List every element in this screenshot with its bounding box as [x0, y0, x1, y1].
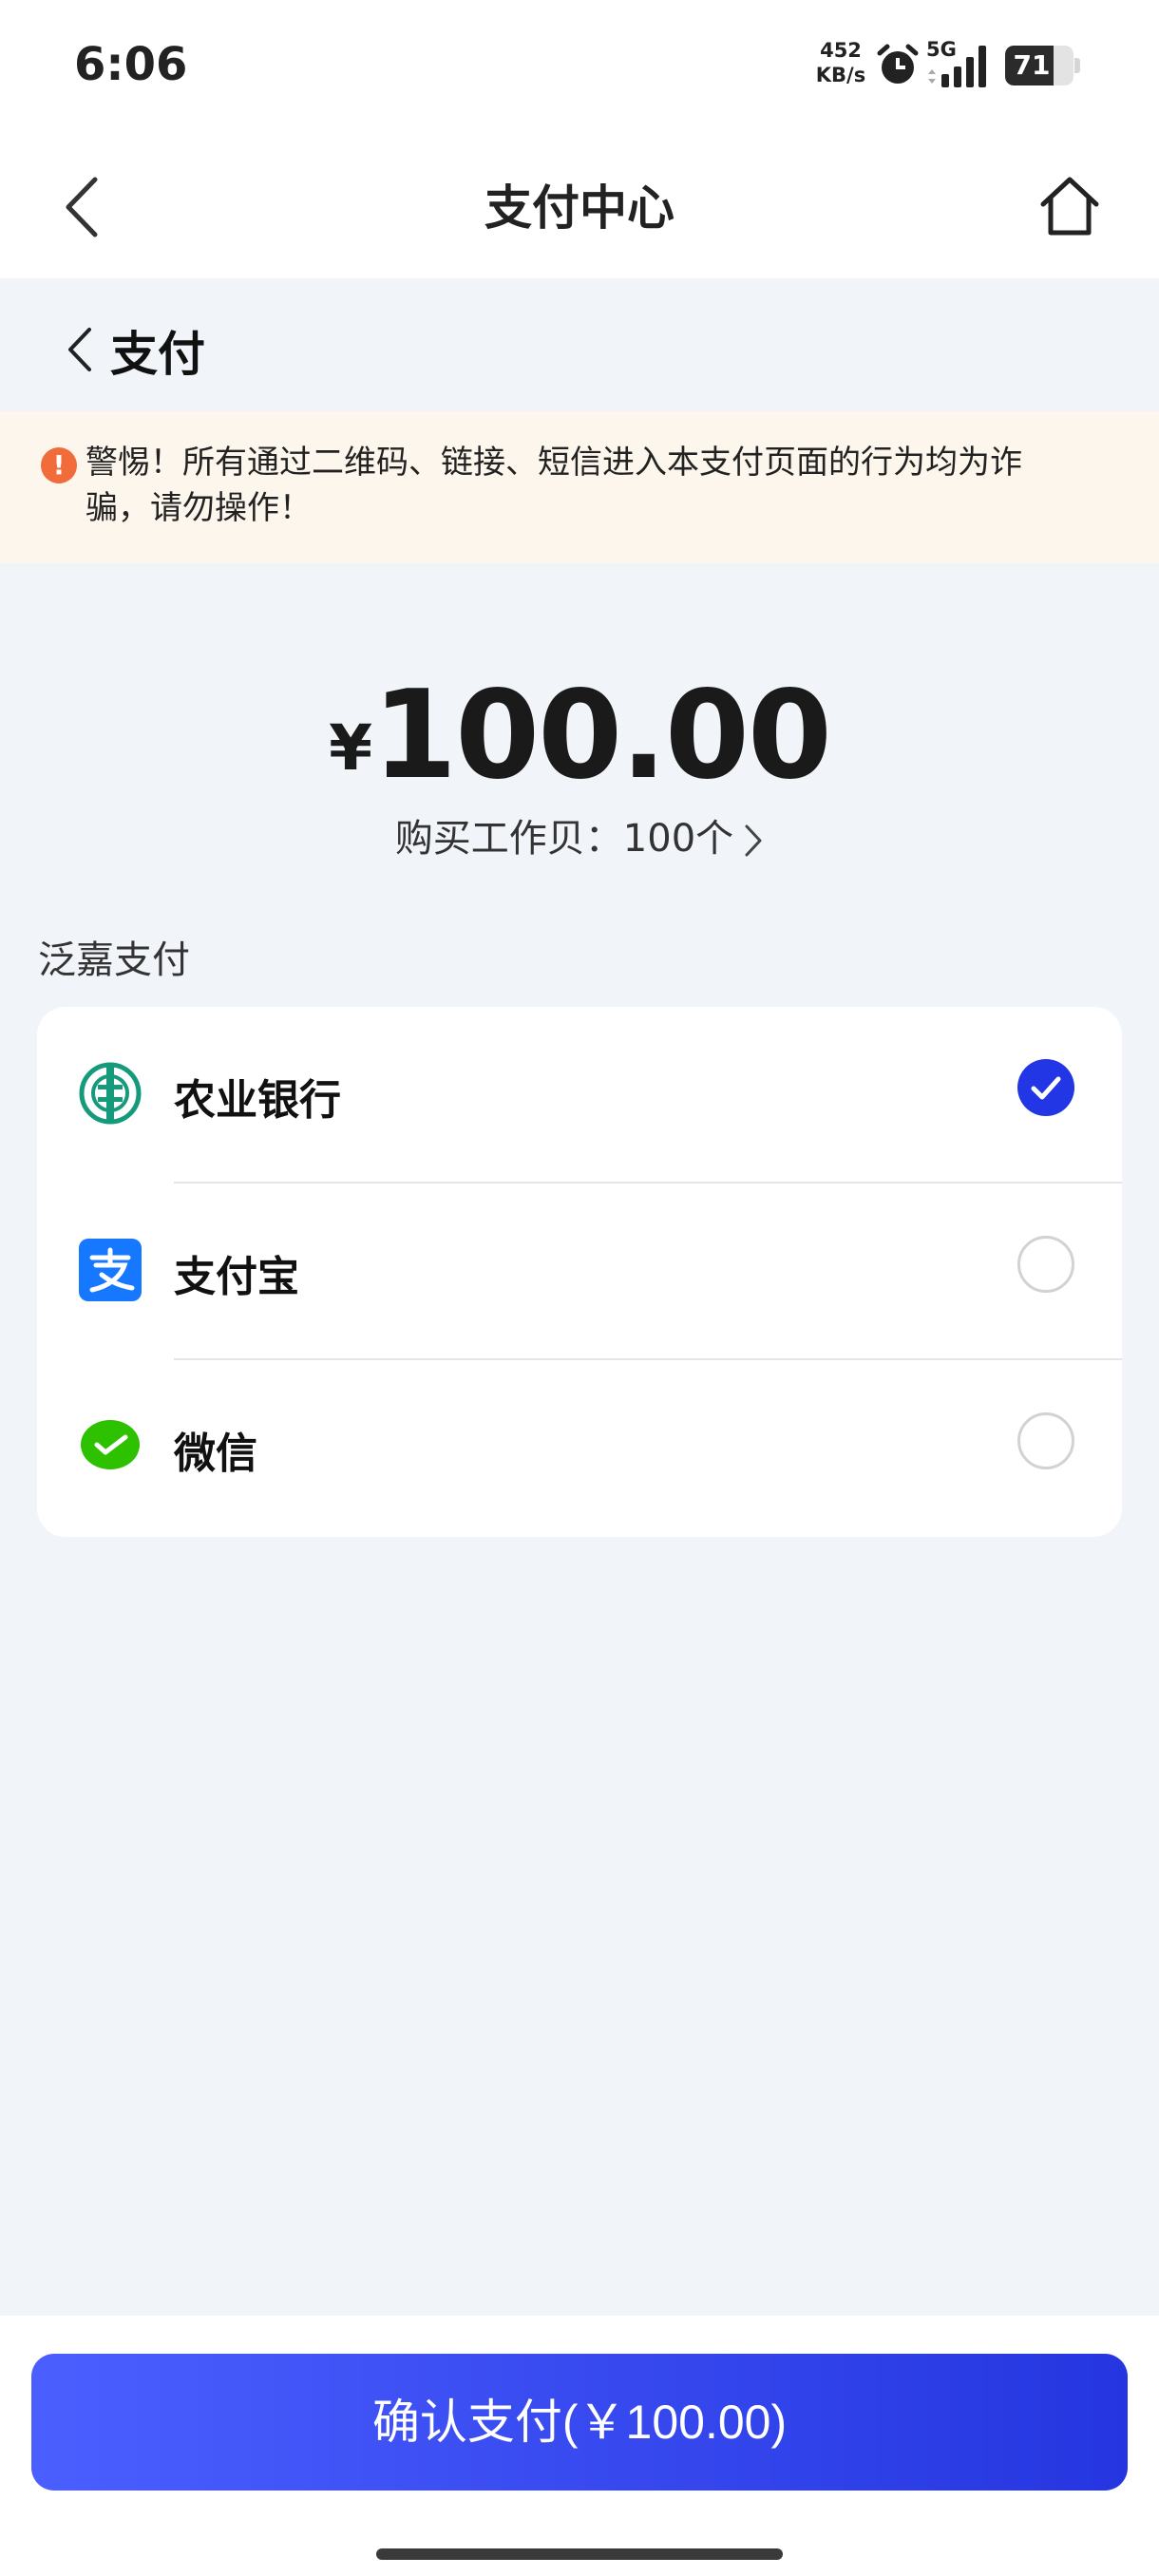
sub-header: 支付: [0, 278, 1159, 411]
confirm-payment-button[interactable]: 确认支付(￥100.00): [31, 2354, 1128, 2491]
amount-value: 100.00: [372, 665, 832, 806]
home-indicator[interactable]: [376, 2548, 783, 2560]
nav-bar: 支付中心: [0, 138, 1159, 278]
chevron-right-icon: [745, 824, 762, 857]
signal-icon: [928, 46, 986, 87]
alipay-icon: [79, 1239, 142, 1301]
wechat-icon: [81, 1420, 140, 1469]
check-icon: [1031, 1076, 1061, 1100]
payment-option-label: 微信: [174, 1430, 257, 1478]
page-title: 支付中心: [484, 180, 674, 236]
alert-icon: !: [41, 447, 77, 483]
warning-banner: ! 警惕！所有通过二维码、链接、短信进入本支付页面的行为均为诈骗，请勿操作！: [0, 411, 1159, 563]
purchase-detail-link[interactable]: 购买工作贝：100个: [0, 807, 1159, 862]
payment-option-alipay[interactable]: 支付宝: [37, 1184, 1122, 1360]
payment-section-label: 泛嘉支付: [38, 938, 190, 982]
radio-selected[interactable]: [1017, 1059, 1074, 1116]
net-speed: 452 KB/s: [808, 38, 874, 87]
payment-option-label: 农业银行: [174, 1076, 341, 1125]
status-bar: 6:06 452 KB/s 5G 71: [0, 0, 1159, 138]
net-speed-unit: KB/s: [815, 64, 866, 86]
home-icon[interactable]: [1036, 172, 1104, 240]
status-time: 6:06: [74, 38, 188, 91]
warning-text: 警惕！所有通过二维码、链接、短信进入本支付页面的行为均为诈骗，请勿操作！: [86, 444, 1022, 527]
radio-unselected[interactable]: [1017, 1236, 1074, 1293]
abc-bank-icon: [79, 1062, 142, 1125]
alarm-icon: [877, 44, 919, 84]
payment-option-label: 支付宝: [174, 1253, 299, 1301]
radio-unselected[interactable]: [1017, 1412, 1074, 1469]
payment-amount: ¥100.00: [0, 665, 1159, 806]
back-arrow-icon[interactable]: [57, 174, 108, 240]
net-speed-value: 452: [820, 39, 862, 62]
amount-currency: ¥: [329, 711, 372, 785]
battery-level: 71: [1013, 49, 1051, 81]
purchase-detail-text: 购买工作贝：100个: [394, 817, 734, 861]
sub-title: 支付: [110, 327, 205, 382]
payment-methods-card: 农业银行 支付宝 微信: [37, 1007, 1122, 1537]
payment-option-abc[interactable]: 农业银行: [37, 1007, 1122, 1184]
payment-option-wechat[interactable]: 微信: [37, 1360, 1122, 1537]
chevron-left-icon[interactable]: [63, 324, 97, 375]
battery-icon: 71: [1005, 46, 1081, 85]
bottom-bar: 确认支付(￥100.00): [0, 2316, 1159, 2576]
